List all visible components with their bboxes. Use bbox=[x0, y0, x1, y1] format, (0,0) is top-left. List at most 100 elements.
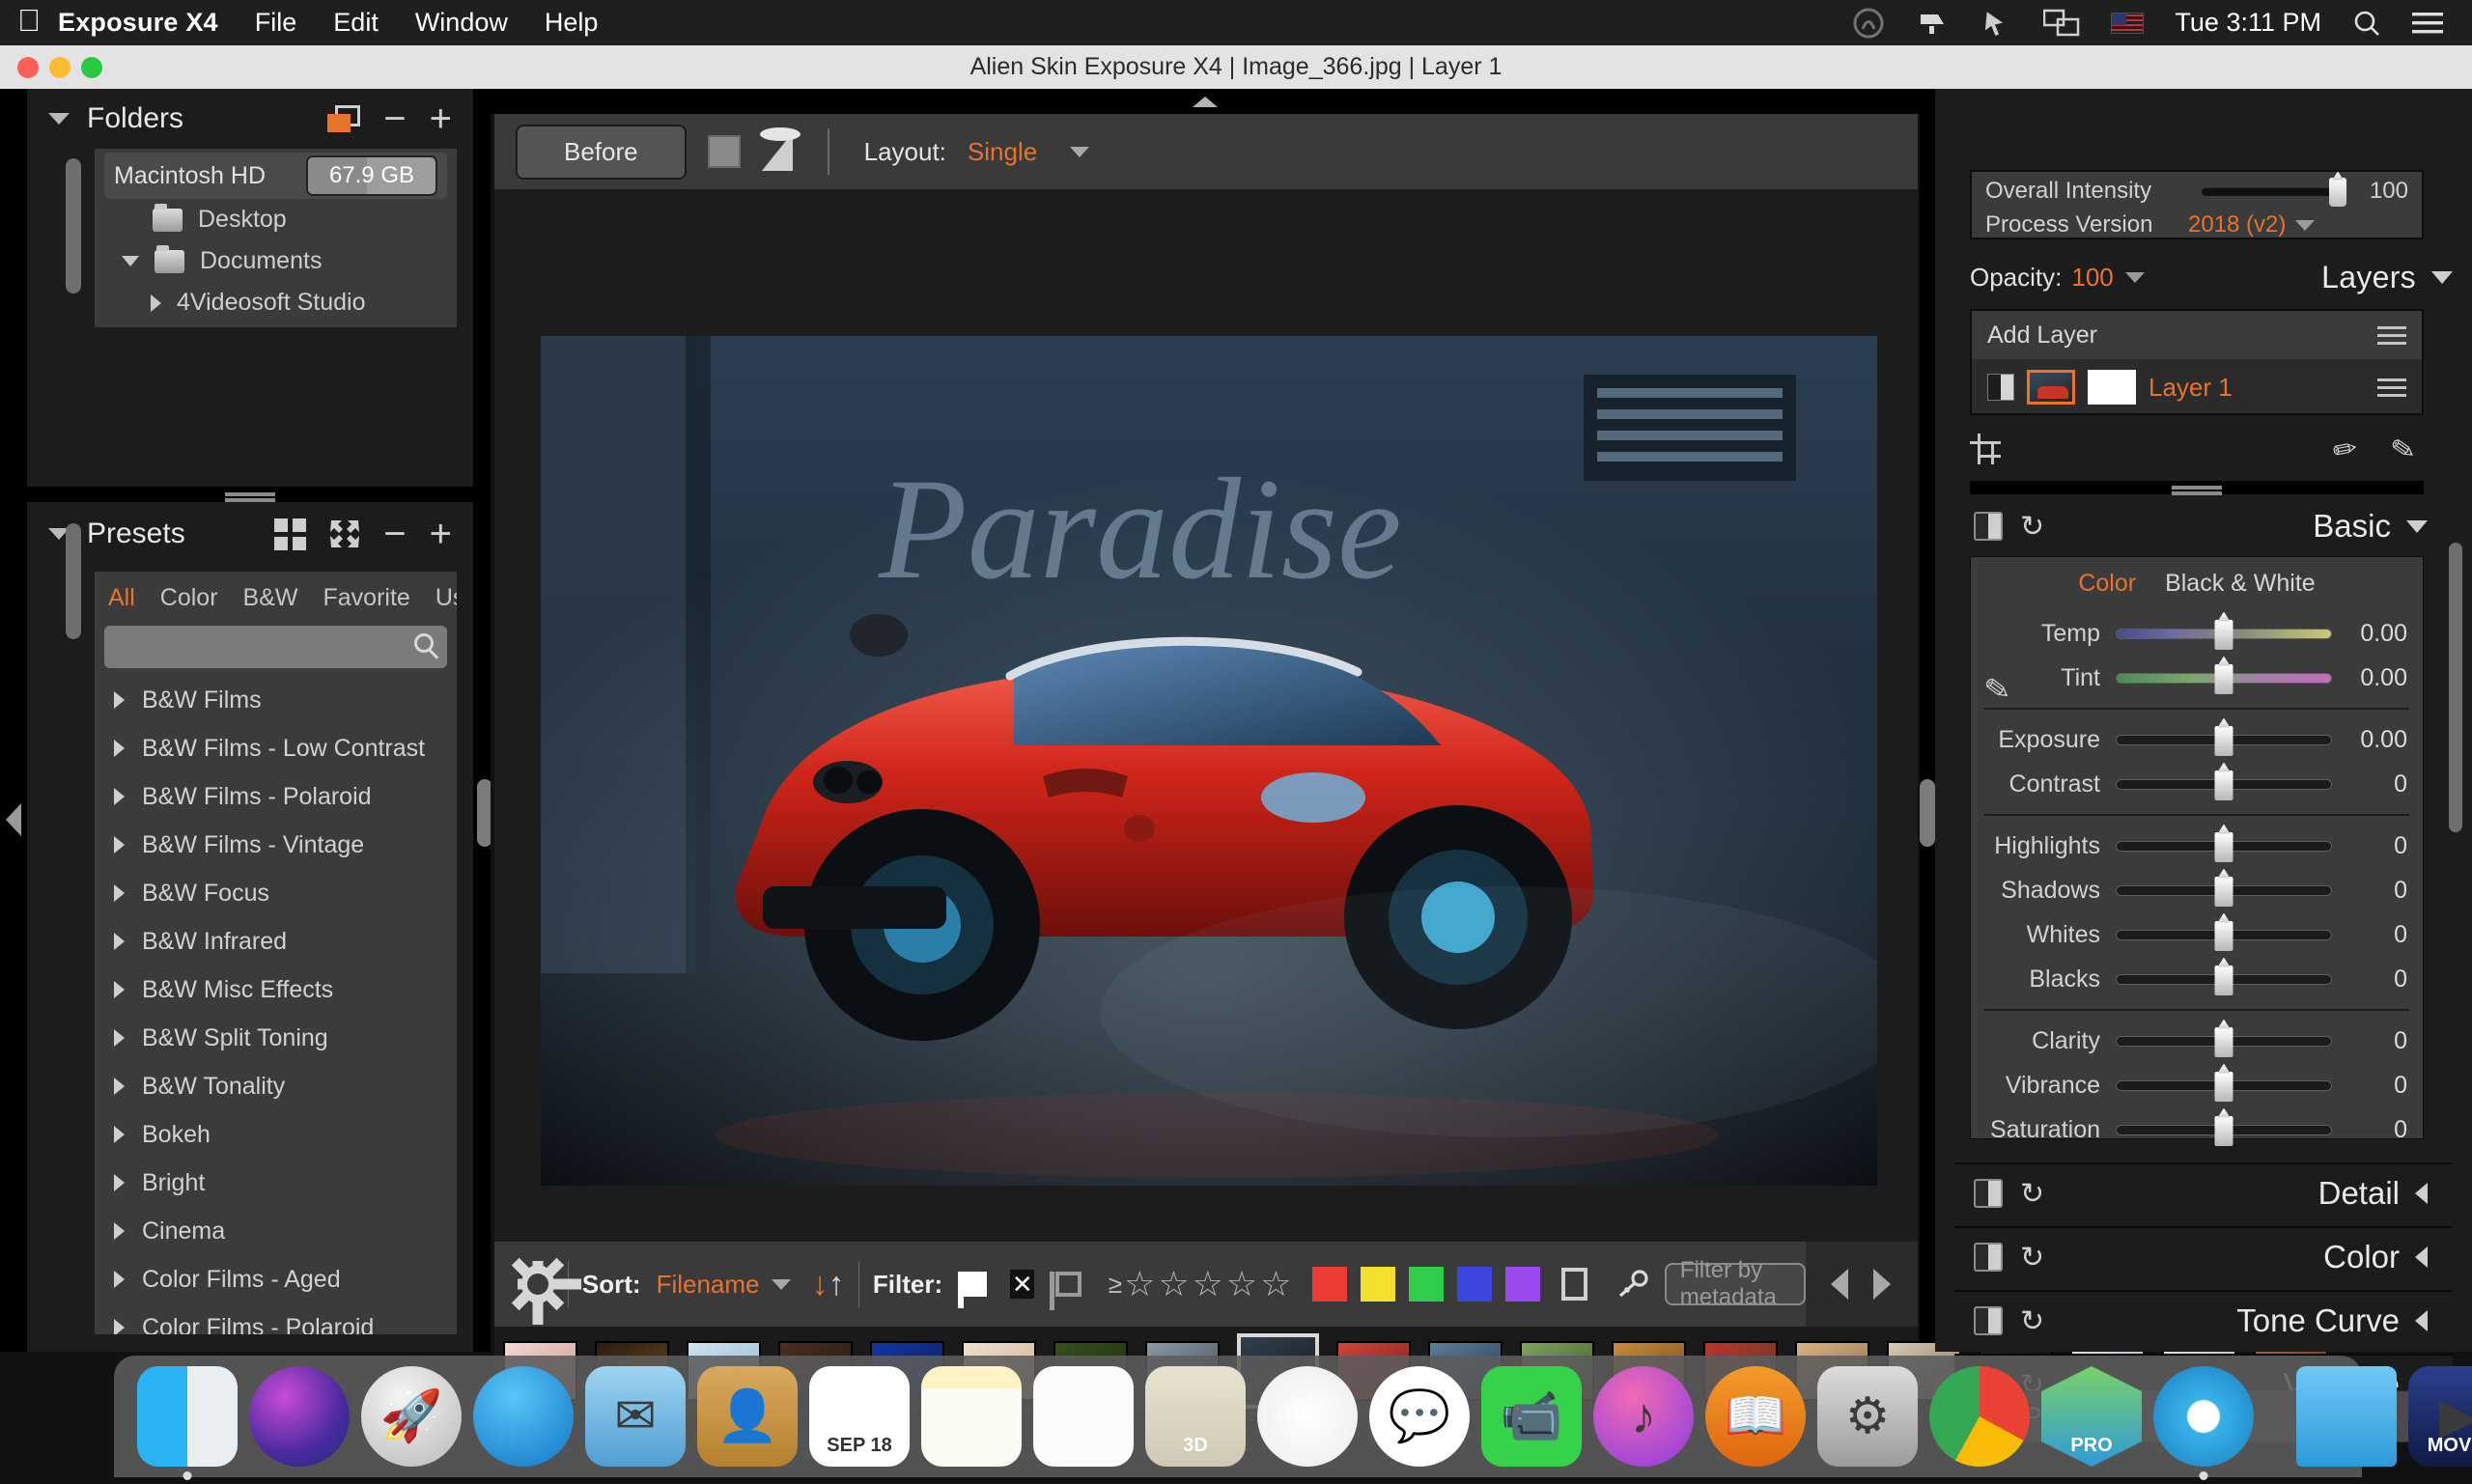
folder-row-adobe[interactable]: Adobe bbox=[95, 323, 457, 327]
right-panel-resize-handle[interactable] bbox=[1920, 779, 1935, 847]
menu-item-help[interactable]: Help bbox=[545, 8, 599, 38]
dock-item-contacts[interactable]: 👤 bbox=[697, 1366, 798, 1467]
gear-icon[interactable] bbox=[521, 1265, 554, 1303]
triangle-left-icon[interactable] bbox=[2415, 1246, 2428, 1268]
slider-knob[interactable] bbox=[2215, 620, 2233, 650]
preset-item[interactable]: B&W Misc Effects bbox=[95, 966, 457, 1014]
triangle-down-icon[interactable] bbox=[2125, 272, 2145, 283]
slider-knob[interactable] bbox=[2215, 832, 2233, 862]
shadows-slider[interactable] bbox=[2116, 885, 2332, 896]
triangle-right-icon[interactable] bbox=[114, 1271, 125, 1288]
triangle-right-icon[interactable] bbox=[114, 1174, 125, 1191]
folder-row-4videosoft[interactable]: 4Videosoft Studio bbox=[95, 282, 457, 323]
mouse-pointer-icon[interactable] bbox=[1980, 7, 2012, 40]
temp-slider[interactable] bbox=[2116, 629, 2332, 639]
dock-item-safari[interactable] bbox=[473, 1366, 574, 1467]
metadata-filter-input[interactable]: Filter by metadata bbox=[1665, 1263, 1806, 1305]
dock-item-calendar[interactable]: SEP 18 bbox=[809, 1366, 910, 1467]
color-label-red[interactable] bbox=[1312, 1267, 1347, 1302]
close-button[interactable] bbox=[17, 57, 39, 78]
color-label-blue[interactable] bbox=[1457, 1267, 1492, 1302]
triangle-right-icon[interactable] bbox=[114, 933, 125, 950]
folder-row-macintosh-hd[interactable]: Macintosh HD 67.9 GB bbox=[104, 153, 447, 199]
clarity-slider[interactable] bbox=[2116, 1036, 2332, 1047]
preset-item[interactable]: Color Films - Aged bbox=[95, 1255, 457, 1303]
dock-item-siri[interactable] bbox=[249, 1366, 350, 1467]
dock-item-system-preferences[interactable]: ⚙ bbox=[1817, 1366, 1918, 1467]
half-square-icon[interactable] bbox=[1974, 1306, 2003, 1335]
tab-black-and-white[interactable]: Black & White bbox=[2165, 570, 2316, 598]
flag-unflagged-icon[interactable] bbox=[1055, 1272, 1081, 1297]
tab-color[interactable]: Color bbox=[2078, 570, 2136, 598]
rating-operator[interactable]: ≥ bbox=[1109, 1270, 1122, 1300]
presets-scrollbar[interactable] bbox=[66, 523, 81, 639]
star-outline-icon[interactable]: ☆ bbox=[1226, 1264, 1257, 1304]
contrast-slider[interactable] bbox=[2116, 779, 2332, 790]
right-panel-scrollbar[interactable] bbox=[2449, 543, 2462, 832]
dock-item-mail[interactable]: ✉ bbox=[585, 1366, 686, 1467]
nav-right-icon[interactable] bbox=[1873, 1269, 1891, 1300]
apple-icon[interactable]:  bbox=[0, 5, 58, 42]
dock-item-launchpad[interactable]: 🚀 bbox=[361, 1366, 462, 1467]
new-folder-icon[interactable] bbox=[327, 105, 360, 132]
process-version-value[interactable]: 2018 (v2) bbox=[2188, 211, 2286, 238]
dock-item-facetime[interactable]: 📹 bbox=[1481, 1366, 1582, 1467]
tint-slider[interactable] bbox=[2116, 673, 2332, 684]
tab-color[interactable]: Color bbox=[160, 584, 218, 612]
minimize-button[interactable] bbox=[49, 57, 70, 78]
tab-bw[interactable]: B&W bbox=[243, 584, 298, 612]
preset-item[interactable]: Bokeh bbox=[95, 1110, 457, 1159]
triangle-right-icon[interactable] bbox=[114, 788, 125, 805]
menu-item-edit[interactable]: Edit bbox=[333, 8, 379, 38]
nav-left-icon[interactable] bbox=[1831, 1269, 1848, 1300]
slider-knob[interactable] bbox=[2215, 770, 2233, 800]
dock-item-google-chrome[interactable] bbox=[1929, 1366, 2030, 1467]
saturation-slider[interactable] bbox=[2116, 1125, 2332, 1135]
triangle-right-icon[interactable] bbox=[114, 740, 125, 757]
preset-search-input[interactable] bbox=[104, 626, 447, 668]
preset-item[interactable]: Cinema bbox=[95, 1207, 457, 1255]
screen-sharing-icon[interactable] bbox=[2043, 9, 2080, 38]
preset-item[interactable]: Bright bbox=[95, 1159, 457, 1207]
collapse-left-panel-arrow[interactable] bbox=[6, 803, 21, 836]
exposure-slider[interactable] bbox=[2116, 735, 2332, 745]
slider-knob[interactable] bbox=[2215, 726, 2233, 756]
slider-knob[interactable] bbox=[2215, 1072, 2233, 1102]
triangle-right-icon[interactable] bbox=[114, 691, 125, 709]
slider-knob[interactable] bbox=[2329, 178, 2346, 207]
sort-direction-icon[interactable]: ↓↑ bbox=[812, 1272, 845, 1297]
tab-favorite[interactable]: Favorite bbox=[323, 584, 410, 612]
star-outline-icon[interactable]: ☆ bbox=[1193, 1264, 1223, 1304]
preset-item[interactable]: B&W Split Toning bbox=[95, 1014, 457, 1062]
menu-item-window[interactable]: Window bbox=[415, 8, 508, 38]
triangle-down-icon[interactable] bbox=[48, 113, 70, 125]
preset-item[interactable]: B&W Films bbox=[95, 676, 457, 724]
triangle-right-icon[interactable] bbox=[114, 884, 125, 902]
lamp-icon[interactable] bbox=[762, 132, 793, 171]
preset-item[interactable]: B&W Films - Vintage bbox=[95, 821, 457, 869]
preset-item[interactable]: B&W Films - Low Contrast bbox=[95, 724, 457, 772]
dock-item-disk-utility[interactable] bbox=[2153, 1366, 2254, 1467]
overall-intensity-slider[interactable] bbox=[2202, 187, 2339, 196]
reset-circle-icon[interactable]: ↻ bbox=[2020, 510, 2044, 544]
add-folder-button[interactable]: + bbox=[430, 106, 452, 131]
tab-all[interactable]: All bbox=[108, 584, 135, 612]
star-outline-icon[interactable]: ☆ bbox=[1124, 1264, 1155, 1304]
preset-item[interactable]: B&W Focus bbox=[95, 869, 457, 917]
preview-image[interactable]: Paradise bbox=[541, 336, 1877, 1186]
slider-knob[interactable] bbox=[2215, 877, 2233, 907]
triangle-down-icon[interactable] bbox=[2295, 220, 2315, 231]
folder-row-desktop[interactable]: Desktop bbox=[95, 199, 457, 240]
whites-slider[interactable] bbox=[2116, 930, 2332, 940]
us-flag-icon[interactable] bbox=[2111, 13, 2144, 34]
triangle-right-icon[interactable] bbox=[114, 836, 125, 854]
creative-cloud-icon[interactable] bbox=[1852, 7, 1885, 40]
menu-item-file[interactable]: File bbox=[255, 8, 297, 38]
before-button[interactable]: Before bbox=[516, 125, 687, 180]
triangle-down-icon[interactable] bbox=[122, 256, 139, 266]
dock-item-exposure-x4[interactable]: PRO bbox=[2041, 1366, 2142, 1467]
layout-value[interactable]: Single bbox=[968, 137, 1037, 167]
hamburger-icon[interactable] bbox=[2377, 378, 2406, 397]
remove-folder-button[interactable]: − bbox=[383, 106, 406, 131]
table-row[interactable]: Layer 1 bbox=[1972, 359, 2422, 415]
